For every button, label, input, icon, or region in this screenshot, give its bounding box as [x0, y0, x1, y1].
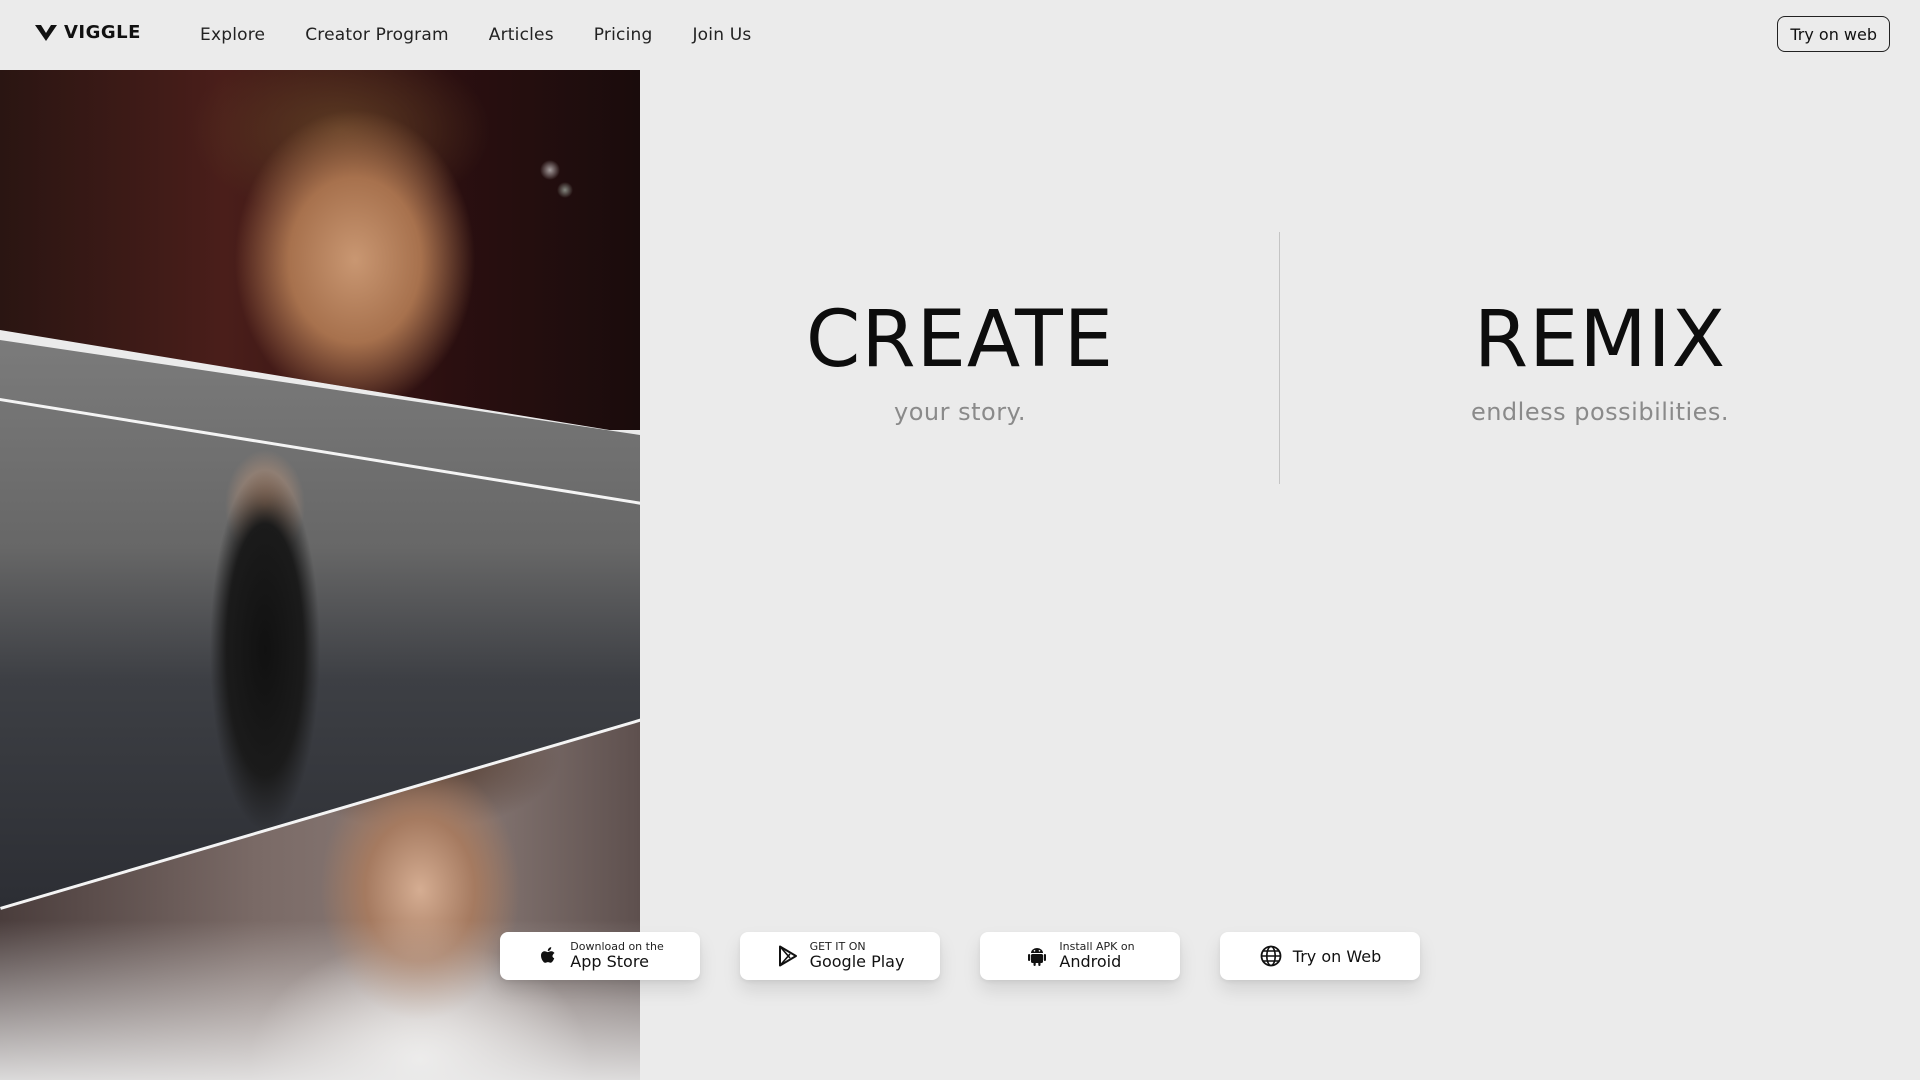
try-on-web-button[interactable]: Try on web: [1777, 16, 1890, 52]
hero-title-create: CREATE: [805, 295, 1115, 385]
app-store-text: Download on the App Store: [570, 941, 663, 971]
hero-subtitle-remix: endless possibilities.: [1470, 398, 1730, 426]
hero-subtitle-create: your story.: [894, 398, 1026, 426]
google-play-label: Google Play: [809, 952, 905, 972]
app-store-label: App Store: [570, 952, 649, 972]
google-play-icon: [778, 945, 797, 967]
logo-text: VIGGLE: [64, 22, 141, 43]
try-on-web-store-button[interactable]: Try on Web: [1220, 932, 1420, 980]
hero-remix: REMIX endless possibilities.: [1280, 290, 1920, 426]
android-apk-button[interactable]: Install APK on Android: [980, 932, 1180, 980]
nav-creator-program[interactable]: Creator Program: [305, 25, 449, 45]
app-store-button[interactable]: Download on the App Store: [500, 932, 700, 980]
nav-explore[interactable]: Explore: [200, 25, 265, 45]
nav-pricing[interactable]: Pricing: [594, 25, 653, 45]
try-on-web-label: Try on Web: [1292, 946, 1382, 966]
top-navbar: VIGGLE Explore Creator Program Articles …: [0, 0, 1920, 70]
android-text: Install APK on Android: [1059, 941, 1134, 971]
android-icon: [1028, 948, 1047, 966]
apple-icon: [541, 947, 555, 963]
android-label: Android: [1059, 952, 1122, 972]
viggle-logo-icon: [35, 24, 57, 41]
hero-image-collage: [0, 70, 640, 1080]
nav-articles[interactable]: Articles: [489, 25, 554, 45]
globe-icon: [1260, 945, 1282, 967]
hero-title-remix: REMIX: [1473, 295, 1727, 385]
google-play-text: GET IT ON Google Play: [810, 941, 905, 971]
viggle-logo[interactable]: VIGGLE: [34, 22, 141, 43]
nav-join-us[interactable]: Join Us: [692, 25, 751, 45]
hero-create: CREATE your story.: [640, 290, 1280, 426]
main-nav: Explore Creator Program Articles Pricing…: [200, 0, 752, 70]
google-play-button[interactable]: GET IT ON Google Play: [740, 932, 940, 980]
